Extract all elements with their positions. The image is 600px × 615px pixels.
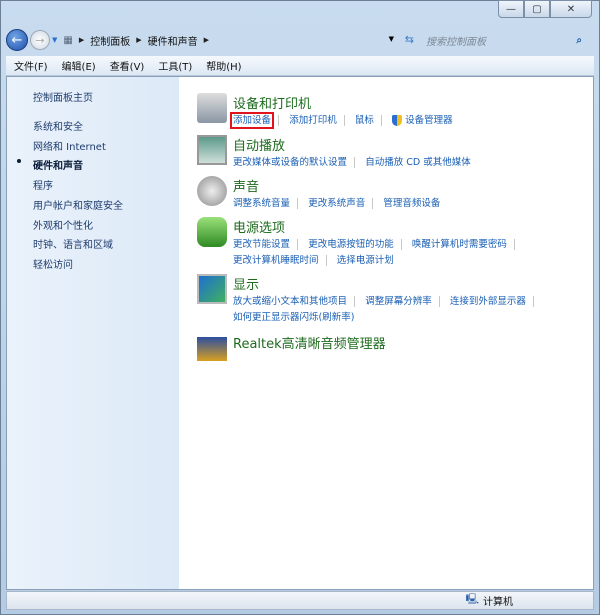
menu-edit[interactable]: 编辑(E) [62, 58, 96, 73]
wake-password-link[interactable]: 唤醒计算机时需要密码 [412, 239, 507, 250]
sidebar-item-clock-language[interactable]: 时钟、语言和区域 [33, 236, 113, 251]
sidebar-item-network[interactable]: 网络和 Internet [33, 138, 106, 153]
sidebar-item-appearance[interactable]: 外观和个性化 [33, 217, 93, 232]
change-default-media-link[interactable]: 更改媒体或设备的默认设置 [233, 157, 347, 168]
menu-help[interactable]: 帮助(H) [206, 58, 241, 73]
autoplay-cd-link[interactable]: 自动播放 CD 或其他媒体 [365, 157, 471, 168]
close-button[interactable]: ✕ [550, 0, 592, 18]
history-dropdown-icon[interactable]: ▼ [52, 36, 57, 44]
chevron-right-icon[interactable]: ▶ [204, 36, 209, 44]
sidebar-item-programs[interactable]: 程序 [33, 177, 53, 192]
sidebar: 控制面板主页 系统和安全 网络和 Internet 硬件和声音 程序 用户帐户和… [7, 77, 179, 589]
speaker-icon [197, 176, 227, 206]
sidebar-item-home[interactable]: 控制面板主页 [33, 89, 93, 104]
section-title[interactable]: 电源选项 [233, 217, 285, 236]
sidebar-item-hardware-sound[interactable]: 硬件和声音 [33, 157, 83, 172]
add-printer-link[interactable]: 添加打印机 [289, 115, 337, 126]
search-placeholder: 搜索控制面板 [426, 36, 486, 48]
content-area: 控制面板主页 系统和安全 网络和 Internet 硬件和声音 程序 用户帐户和… [6, 76, 594, 590]
breadcrumb-control-panel[interactable]: 控制面板 [90, 33, 130, 48]
realtek-icon [197, 337, 227, 361]
adjust-volume-link[interactable]: 调整系统音量 [233, 198, 290, 209]
computer-icon: 🖳 [465, 594, 479, 605]
monitor-icon [197, 274, 227, 304]
refresh-rate-link[interactable]: 如何更正显示器闪烁(刷新率) [233, 312, 354, 323]
current-bullet [17, 159, 21, 163]
minimize-button[interactable]: — [498, 0, 524, 18]
section-title[interactable]: 设备和打印机 [233, 93, 311, 112]
maximize-button[interactable]: ▢ [524, 0, 550, 18]
menu-tools[interactable]: 工具(T) [158, 58, 192, 73]
caption-buttons: — ▢ ✕ [498, 0, 592, 18]
battery-icon [197, 217, 227, 247]
uac-shield-icon [392, 114, 403, 126]
address-bar: ← → ▼ ▦ ▶ 控制面板 ▶ 硬件和声音 ▶ ▼ ⇆ 搜索控制面板 ⌕ [6, 27, 594, 53]
menu-view[interactable]: 查看(V) [110, 58, 145, 73]
section-title[interactable]: 显示 [233, 274, 259, 293]
menu-file[interactable]: 文件(F) [14, 58, 48, 73]
printer-icon [197, 93, 227, 123]
refresh-icon[interactable]: ⇆ [405, 33, 414, 46]
device-manager-link[interactable]: 设备管理器 [405, 115, 453, 126]
text-size-link[interactable]: 放大或缩小文本和其他项目 [233, 296, 347, 307]
forward-button[interactable]: → [30, 30, 50, 50]
mouse-link[interactable]: 鼠标 [355, 115, 374, 126]
breadcrumb: ▦ ▶ 控制面板 ▶ 硬件和声音 ▶ [63, 33, 209, 48]
choose-power-plan-link[interactable]: 选择电源计划 [337, 255, 394, 266]
add-device-link[interactable]: 添加设备 [229, 112, 275, 129]
menu-bar: 文件(F) 编辑(E) 查看(V) 工具(T) 帮助(H) [6, 56, 594, 76]
sidebar-item-user-accounts[interactable]: 用户帐户和家庭安全 [33, 197, 123, 212]
status-text: 计算机 [483, 597, 513, 608]
address-dropdown-icon[interactable]: ▼ [389, 35, 394, 43]
section-title[interactable]: Realtek高清晰音频管理器 [233, 333, 386, 352]
sleep-time-link[interactable]: 更改计算机睡眠时间 [233, 255, 319, 266]
search-icon[interactable]: ⌕ [576, 35, 582, 46]
manage-audio-devices-link[interactable]: 管理音频设备 [383, 198, 440, 209]
back-button[interactable]: ← [6, 29, 28, 51]
status-bar: 🖳 计算机 [6, 591, 594, 610]
change-power-saving-link[interactable]: 更改节能设置 [233, 239, 290, 250]
change-sounds-link[interactable]: 更改系统声音 [308, 198, 365, 209]
section-title[interactable]: 声音 [233, 176, 259, 195]
power-button-link[interactable]: 更改电源按钮的功能 [308, 239, 394, 250]
autoplay-icon [197, 135, 227, 165]
sidebar-item-ease-of-access[interactable]: 轻松访问 [33, 256, 73, 271]
chevron-right-icon[interactable]: ▶ [136, 36, 141, 44]
chevron-right-icon[interactable]: ▶ [79, 36, 84, 44]
sidebar-item-system-security[interactable]: 系统和安全 [33, 118, 83, 133]
section-title[interactable]: 自动播放 [233, 135, 285, 154]
control-panel-folder-icon: ▦ [63, 34, 73, 46]
search-input[interactable]: 搜索控制面板 ⌕ [420, 29, 588, 51]
breadcrumb-hardware-sound[interactable]: 硬件和声音 [148, 33, 198, 48]
screen-resolution-link[interactable]: 调整屏幕分辨率 [365, 296, 432, 307]
external-display-link[interactable]: 连接到外部显示器 [450, 296, 526, 307]
